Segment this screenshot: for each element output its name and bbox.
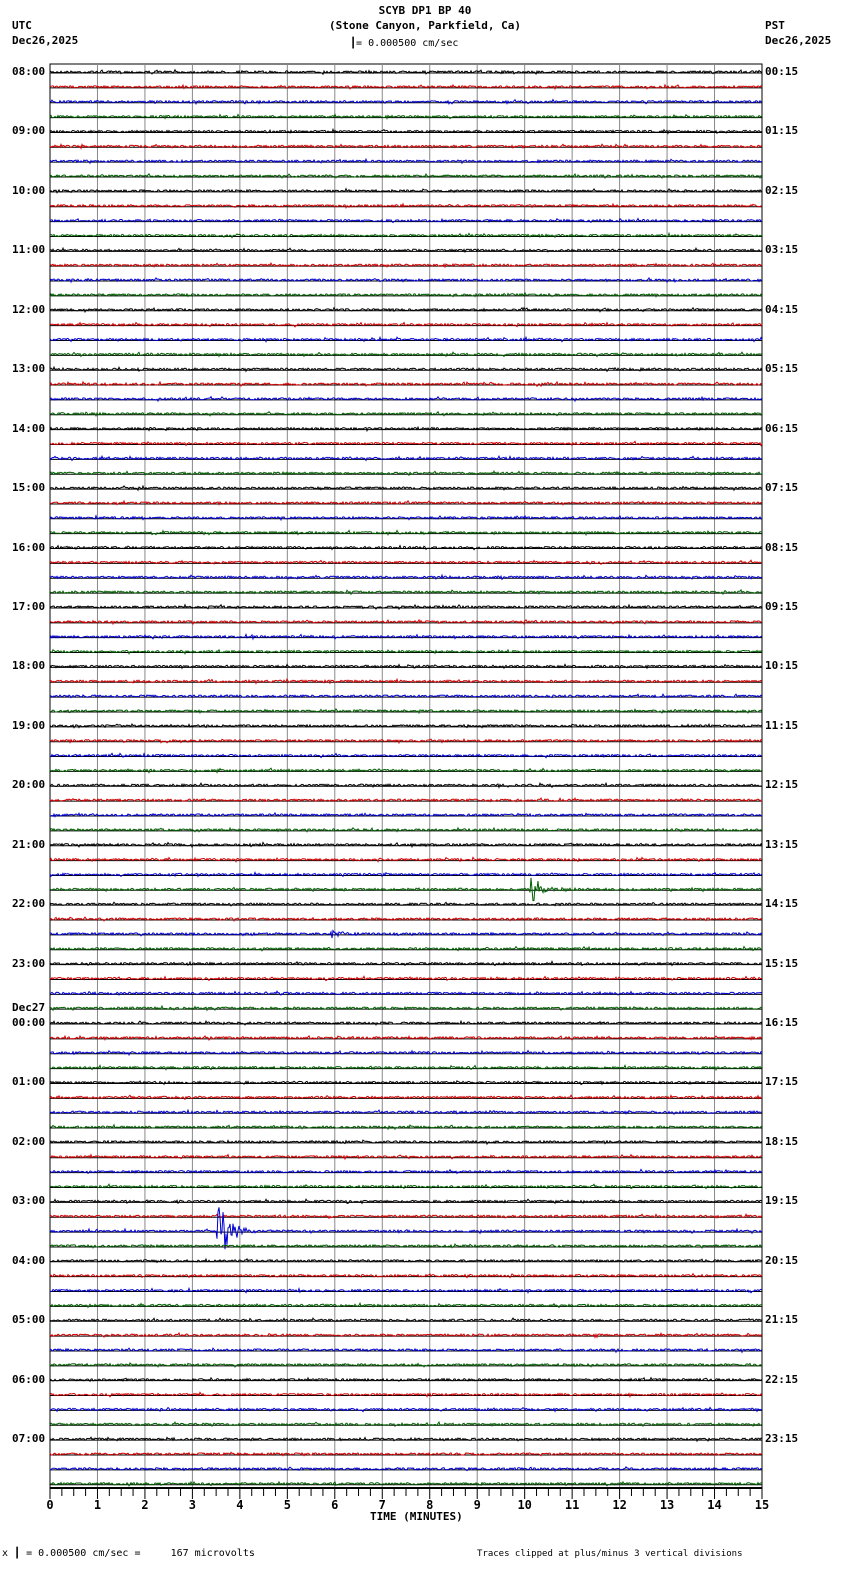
utc-time-label: 16:00 <box>12 540 46 554</box>
x-tick-label: 2 <box>141 1498 148 1512</box>
seismic-trace <box>49 291 763 298</box>
seismic-trace <box>49 588 763 596</box>
seismic-trace <box>49 231 763 239</box>
seismic-trace <box>49 1362 763 1368</box>
pst-time-label: 03:15 <box>765 243 799 257</box>
utc-time-label: 03:00 <box>12 1194 46 1208</box>
seismic-trace <box>49 573 763 581</box>
utc-time-label: 12:00 <box>12 302 46 316</box>
clip-note: Traces clipped at plus/minus 3 vertical … <box>477 1549 743 1559</box>
seismic-trace <box>49 633 763 641</box>
x-tick-label: 6 <box>331 1498 338 1512</box>
utc-time-label: 02:00 <box>12 1134 46 1148</box>
x-axis-label: TIME (MINUTES) <box>370 1510 463 1523</box>
pst-time-label: 04:15 <box>765 302 799 316</box>
pst-time-label: 19:15 <box>765 1194 799 1208</box>
pst-time-label: 17:15 <box>765 1075 799 1089</box>
seismic-trace <box>49 351 763 358</box>
x-tick-label: 0 <box>46 1498 53 1512</box>
x-tick-label: 13 <box>660 1498 674 1512</box>
utc-time-label: 21:00 <box>12 837 46 851</box>
pst-time-label: 09:15 <box>765 599 799 613</box>
pst-time-label: 08:15 <box>765 540 799 554</box>
utc-time-label: 09:00 <box>12 124 46 138</box>
utc-time-label: 07:00 <box>12 1432 46 1446</box>
pst-time-label: 10:15 <box>765 659 799 673</box>
utc-time-label: 19:00 <box>12 718 46 732</box>
utc-time-label: 04:00 <box>12 1253 46 1267</box>
pst-time-label: 16:15 <box>765 1016 799 1030</box>
seismic-trace <box>49 321 763 328</box>
x-tick-label: 1 <box>94 1498 101 1512</box>
utc-time-label: 22:00 <box>12 897 46 911</box>
seismic-trace <box>49 1391 763 1399</box>
utc-time-label: 05:00 <box>12 1313 46 1327</box>
pst-time-label: 12:15 <box>765 778 799 792</box>
seismic-trace <box>49 1331 763 1339</box>
seismic-trace <box>49 1139 763 1146</box>
helicorder-plot: 0 1 2 3 4 5 6 7 8 9 10 11 12 13 14 15 <box>46 63 769 1512</box>
x-tick-label: 9 <box>474 1498 481 1512</box>
date-change-label: Dec27 <box>12 1001 46 1015</box>
utc-time-label: 08:00 <box>12 65 46 78</box>
seismic-trace <box>49 1406 763 1413</box>
seismic-trace <box>49 68 763 76</box>
footer-scale-prefix: x <box>2 1548 9 1559</box>
seismic-trace <box>49 737 763 745</box>
utc-time-label: 13:00 <box>12 362 46 376</box>
utc-time-label: 23:00 <box>12 956 46 970</box>
x-tick-label: 14 <box>707 1498 721 1512</box>
seismic-trace <box>49 1207 763 1250</box>
pst-time-label: 11:15 <box>765 718 799 732</box>
utc-time-label: 06:00 <box>12 1372 46 1386</box>
utc-time-label: 18:00 <box>12 659 46 673</box>
utc-time-label: 00:00 <box>12 1016 46 1030</box>
pst-time-label: 21:15 <box>765 1313 799 1327</box>
utc-time-label: 11:00 <box>12 243 46 257</box>
x-tick-label: 4 <box>236 1498 243 1512</box>
x-tick-label: 5 <box>284 1498 291 1512</box>
utc-time-label: 15:00 <box>12 481 46 495</box>
x-tick-label: 3 <box>189 1498 196 1512</box>
pst-time-label: 20:15 <box>765 1253 799 1267</box>
pst-time-label: 15:15 <box>765 956 799 970</box>
pst-time-label: 23:15 <box>765 1432 799 1446</box>
pst-time-label: 05:15 <box>765 362 799 376</box>
pst-time-label: 01:15 <box>765 124 799 138</box>
utc-time-label: 14:00 <box>12 421 46 435</box>
seismic-trace <box>49 975 763 982</box>
pst-time-label: 18:15 <box>765 1134 799 1148</box>
seismic-trace <box>49 841 763 849</box>
seismic-trace <box>49 648 763 655</box>
x-tick-label: 10 <box>517 1498 531 1512</box>
x-tick-label: 12 <box>612 1498 626 1512</box>
utc-time-label: 20:00 <box>12 778 46 792</box>
footer-scale-text: = 0.000500 cm/sec = 167 microvolts <box>26 1548 255 1559</box>
seismic-trace <box>49 677 763 685</box>
seismic-trace <box>49 425 763 433</box>
pst-time-label: 07:15 <box>765 481 799 495</box>
seismic-trace <box>49 306 763 314</box>
pst-time-label: 14:15 <box>765 897 799 911</box>
pst-time-label: 02:15 <box>765 183 799 197</box>
seismic-trace <box>49 1286 763 1295</box>
utc-time-label: 17:00 <box>12 599 46 613</box>
pst-time-label: 13:15 <box>765 837 799 851</box>
seismic-trace <box>49 618 763 626</box>
seismic-trace <box>49 1064 763 1072</box>
seismic-trace <box>49 877 763 902</box>
seismic-trace <box>49 1347 763 1354</box>
seismic-trace <box>49 767 763 774</box>
seismic-trace <box>49 1480 763 1487</box>
pst-time-label: 00:15 <box>765 65 799 78</box>
pst-time-label: 22:15 <box>765 1372 799 1386</box>
x-tick-label: 11 <box>565 1498 579 1512</box>
x-tick-label: 15 <box>755 1498 769 1512</box>
footer-scale: x ┃ = 0.000500 cm/sec = 167 microvolts <box>2 1548 255 1559</box>
utc-time-label: 01:00 <box>12 1075 46 1089</box>
seismic-trace <box>49 929 763 939</box>
utc-time-label: 10:00 <box>12 183 46 197</box>
pst-time-label: 06:15 <box>765 421 799 435</box>
